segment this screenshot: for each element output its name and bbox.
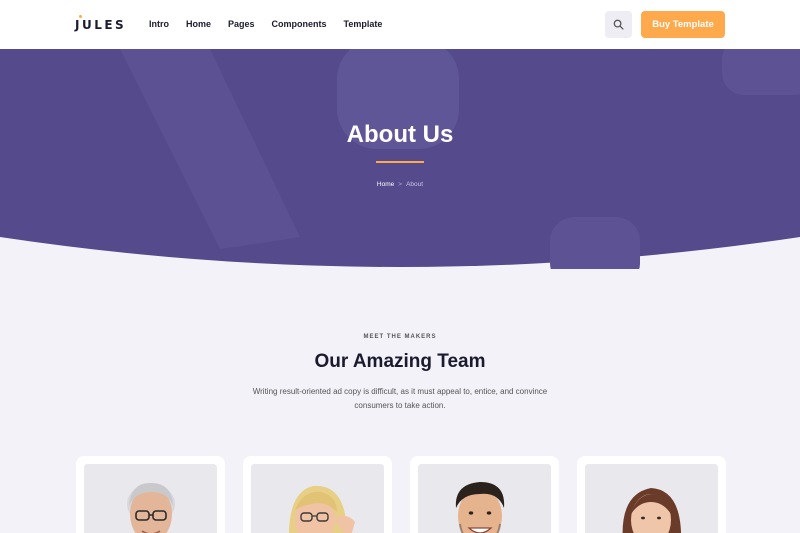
section-eyebrow: MEET THE MAKERS: [363, 334, 437, 340]
portrait-woman-glasses: [251, 464, 384, 533]
nav-item-template[interactable]: Template: [344, 19, 383, 29]
nav-item-components[interactable]: Components: [272, 19, 327, 29]
breadcrumb-current: About: [406, 181, 424, 188]
title-underline: [376, 161, 424, 163]
breadcrumb-separator: >: [398, 181, 403, 188]
team-member-card[interactable]: [76, 456, 225, 533]
portrait-young-man: [418, 464, 551, 533]
nav-item-home[interactable]: Home: [186, 19, 211, 29]
search-icon: [613, 19, 624, 30]
logo[interactable]: JULES: [75, 15, 127, 34]
logo-dot: [79, 15, 82, 18]
team-member-photo: [251, 464, 384, 533]
portrait-man-glasses: [84, 464, 217, 533]
logo-text: JULES: [75, 18, 127, 32]
search-button[interactable]: [605, 11, 632, 38]
section-description: Writing result-oriented ad copy is diffi…: [252, 387, 548, 410]
page-title: About Us: [346, 121, 454, 148]
nav-item-pages[interactable]: Pages: [228, 19, 255, 29]
top-navbar: JULES Intro Home Pages Components Templa…: [0, 0, 800, 49]
hero-background: [0, 49, 800, 269]
hero-banner: About Us Home > About: [0, 49, 800, 269]
team-member-photo: [418, 464, 551, 533]
breadcrumb-home[interactable]: Home: [377, 181, 394, 188]
main-nav: Intro Home Pages Components Template: [149, 19, 399, 29]
section-title: Our Amazing Team: [314, 351, 486, 372]
team-member-card[interactable]: [243, 456, 392, 533]
portrait-woman-brown-hair: [585, 464, 718, 533]
nav-item-intro[interactable]: Intro: [149, 19, 169, 29]
team-member-card[interactable]: [577, 456, 726, 533]
team-member-card[interactable]: [410, 456, 559, 533]
team-member-photo: [585, 464, 718, 533]
buy-template-button[interactable]: Buy Template: [641, 11, 725, 38]
breadcrumb: Home > About: [0, 181, 800, 188]
team-member-photo: [84, 464, 217, 533]
